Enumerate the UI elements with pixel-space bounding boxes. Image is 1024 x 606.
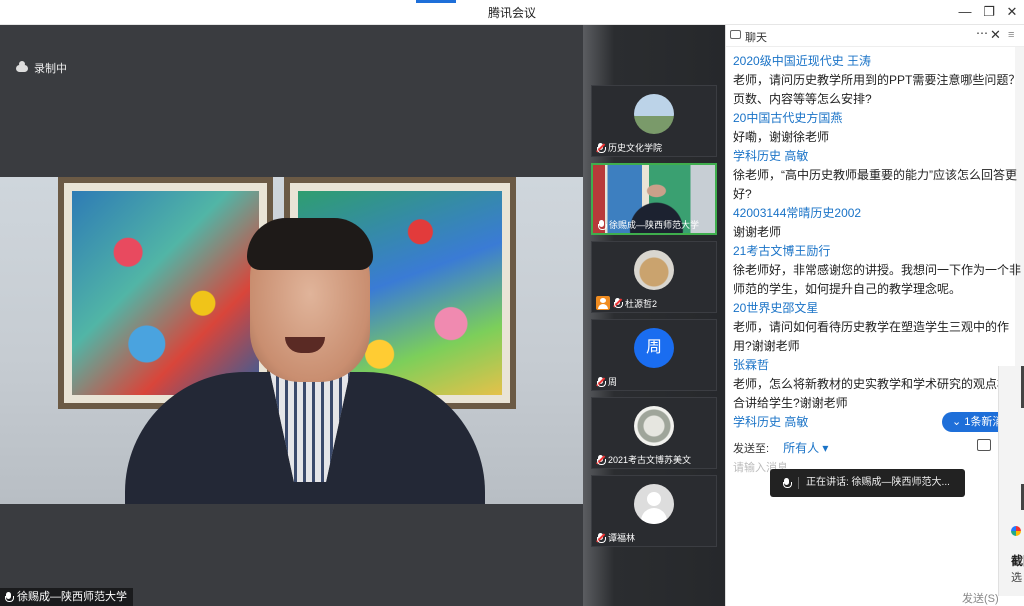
chat-title: 聊天 — [745, 32, 767, 44]
muted-mic-icon — [596, 532, 606, 543]
recording-label: 录制中 — [34, 63, 67, 75]
screenshot-tool-panel[interactable]: 截图 选 — [998, 366, 1024, 596]
participant-name: 徐赐成—陕西师范大学 — [609, 220, 700, 230]
menu-icon[interactable]: ≡ — [1008, 29, 1014, 41]
cloud-icon — [16, 60, 28, 72]
speaker-name: 徐赐成—陕西师范大学 — [17, 591, 127, 603]
app-logo-icon — [1011, 526, 1021, 536]
message-sender[interactable]: 张霖哲 — [733, 356, 1023, 375]
message-text: 徐老师，“高中历史教师最重要的能力”应该怎么回答更好? — [733, 168, 1017, 201]
message-text: 老师，请问历史教学所用到的PPT需要注意哪些问题？页数、内容等等怎么安排? — [733, 73, 1021, 106]
muted-mic-icon — [596, 454, 606, 465]
initial-avatar: 周 — [634, 328, 674, 368]
mic-icon — [782, 478, 792, 488]
edge-title: 截图 — [1011, 554, 1024, 568]
participant-tile[interactable]: 2021考古文博苏美文 — [591, 397, 717, 469]
participant-tile-active[interactable]: 徐赐成—陕西师范大学 — [591, 163, 717, 235]
host-badge-icon — [596, 296, 610, 310]
close-window-icon[interactable]: ✕ — [1002, 3, 1022, 21]
speaking-toast: 正在讲话: 徐赐成—陕西师范大... — [770, 469, 965, 497]
participant-name: 2021考古文博苏美文 — [608, 455, 692, 465]
send-to-label: 发送至: — [733, 442, 770, 455]
participant-tile[interactable]: 杜源哲2 — [591, 241, 717, 313]
speaker-figure — [125, 218, 485, 504]
speaker-video — [0, 177, 583, 504]
participant-name: 杜源哲2 — [625, 298, 658, 309]
chevron-down-icon: ⌄ — [952, 416, 965, 428]
message-sender[interactable]: 20世界史邵文星 — [733, 299, 1023, 318]
window-title: 腾讯会议 — [487, 6, 536, 20]
recording-indicator: 录制中 — [16, 60, 67, 76]
muted-mic-icon — [613, 298, 623, 308]
mic-icon — [597, 219, 607, 230]
participant-name: 历史文化学院 — [608, 143, 663, 153]
title-accent — [416, 0, 456, 3]
muted-mic-icon — [596, 142, 606, 153]
chat-header: 聊天 ⋯ ✕ ≡ — [726, 25, 1024, 47]
message-text: 谢谢老师 — [733, 225, 782, 239]
participant-tile[interactable]: 周 周 — [591, 319, 717, 391]
message-text: 徐老师好，非常感谢您的讲授。我想问一下作为一个非师范的学生，如何提升自己的教学理… — [733, 263, 1022, 296]
message-text: 老师，请问如何看待历史教学在塑造学生三观中的作用?谢谢老师 — [733, 320, 1010, 353]
chat-message-list: 2020级中国近现代史 王涛 老师，请问历史教学所用到的PPT需要注意哪些问题？… — [733, 52, 1023, 432]
chat-panel: 聊天 ⋯ ✕ ≡ 2020级中国近现代史 王涛 老师，请问历史教学所用到的PPT… — [725, 25, 1024, 606]
message-sender[interactable]: 学科历史 高敏 — [733, 147, 1023, 166]
send-to-select[interactable]: 所有人 ▾ — [783, 439, 828, 456]
message-sender[interactable]: 2020级中国近现代史 王涛 — [733, 52, 1023, 71]
main-video-area[interactable]: 录制中 徐赐成—陕西师范大学 — [0, 25, 583, 606]
message-sender[interactable]: 20中国古代史方国燕 — [733, 109, 1023, 128]
file-icon[interactable] — [977, 439, 991, 451]
minimize-icon[interactable]: — — [955, 3, 975, 21]
message-sender[interactable]: 21考古文博王励行 — [733, 242, 1023, 261]
more-options-icon[interactable]: ⋯ — [976, 26, 988, 40]
message-text: 老师，怎么将新教材的史实教学和学术研究的观点相结合讲给学生?谢谢老师 — [733, 377, 1022, 410]
default-user-avatar — [634, 484, 674, 524]
message-text: 好嘞，谢谢徐老师 — [733, 130, 830, 144]
participant-tile[interactable]: 历史文化学院 — [591, 85, 717, 157]
chat-icon — [730, 30, 741, 39]
speaking-text: 正在讲话: 徐赐成—陕西师范大... — [806, 477, 950, 488]
title-bar: 腾讯会议 — ❐ ✕ — [0, 0, 1024, 25]
edge-subtitle: 选 — [1011, 572, 1022, 584]
muted-mic-icon — [596, 376, 606, 387]
message-sender[interactable]: 42003144常晴历史2002 — [733, 204, 1023, 223]
participant-name: 谭福林 — [608, 533, 636, 543]
cat-avatar — [634, 250, 674, 290]
participant-name: 周 — [608, 377, 618, 387]
send-button[interactable]: 发送(S) — [962, 590, 999, 606]
participant-tile[interactable]: 谭福林 — [591, 475, 717, 547]
restore-icon[interactable]: ❐ — [979, 3, 999, 21]
close-chat-icon[interactable]: ✕ — [990, 27, 1001, 43]
photo-avatar — [634, 406, 674, 446]
landscape-avatar — [634, 94, 674, 134]
send-to-row: 发送至: 所有人 ▾ — [733, 439, 1013, 456]
mic-icon — [4, 592, 14, 602]
speaker-name-tag: 徐赐成—陕西师范大学 — [0, 588, 133, 606]
send-to-value: 所有人 — [783, 441, 820, 455]
participant-strip: 历史文化学院 徐赐成—陕西师范大学 杜源哲2 周 周 2021考古文博苏美文 谭… — [583, 25, 725, 606]
